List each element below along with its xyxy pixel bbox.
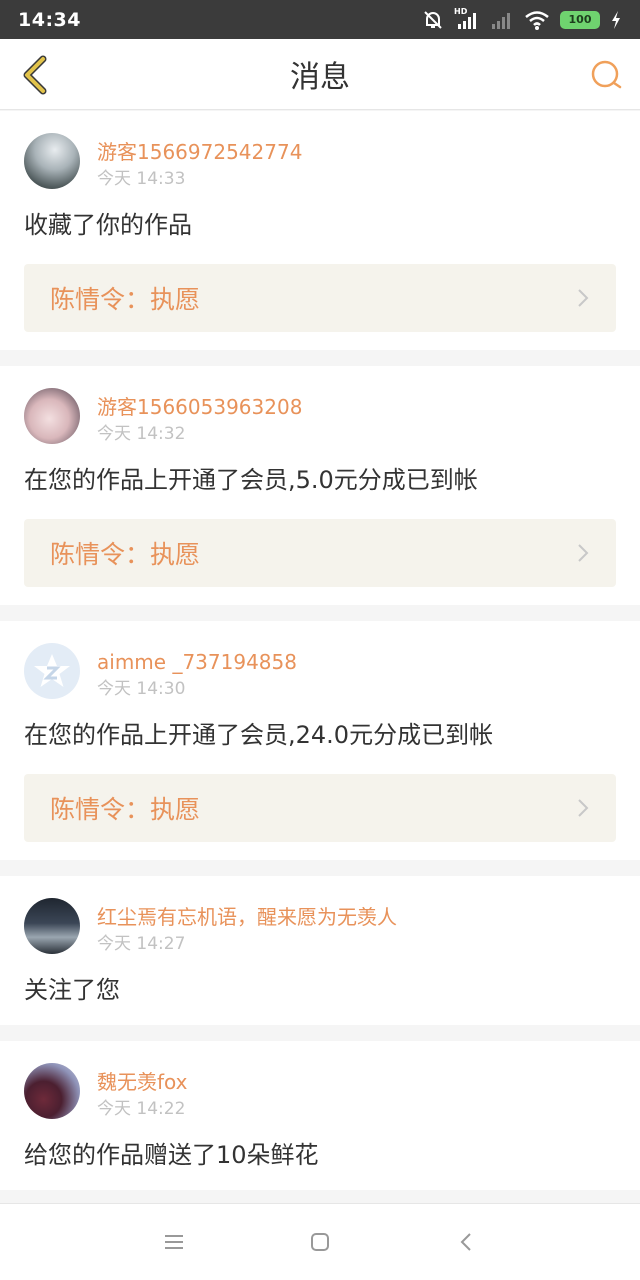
figure-photo-avatar[interactable] xyxy=(24,898,80,954)
signal-icon: HD xyxy=(454,7,480,31)
system-nav-bar xyxy=(0,1203,640,1280)
message-item[interactable]: aimme _737194858 今天 14:30 在您的作品上开通了会员,24… xyxy=(0,621,640,860)
status-time: 14:34 xyxy=(18,8,81,31)
mute-bell-icon xyxy=(424,10,442,29)
message-time: 今天 14:27 xyxy=(97,934,186,954)
default-logo-avatar[interactable] xyxy=(24,643,80,699)
message-time: 今天 14:22 xyxy=(97,1099,186,1119)
search-icon xyxy=(591,60,622,89)
message-time: 今天 14:32 xyxy=(97,424,186,444)
face-photo-avatar[interactable] xyxy=(24,388,80,444)
home-button[interactable] xyxy=(302,1224,338,1260)
user-name[interactable]: 游客1566053963208 xyxy=(97,392,302,423)
message-text: 在您的作品上开通了会员,24.0元分成已到帐 xyxy=(24,721,494,749)
charging-icon xyxy=(612,10,620,29)
work-link[interactable]: 陈情令：执愿 xyxy=(24,774,616,842)
square-icon xyxy=(311,1233,329,1251)
star-logo-icon xyxy=(34,654,70,687)
status-bar: 14:34 HD 100 xyxy=(0,0,640,39)
message-list[interactable]: 游客1566972542774 今天 14:33 收藏了你的作品 陈情令：执愿 … xyxy=(0,111,640,1203)
message-item[interactable]: 游客1566972542774 今天 14:33 收藏了你的作品 陈情令：执愿 xyxy=(0,111,640,350)
work-title: 陈情令：执愿 xyxy=(50,795,201,824)
message-text: 在您的作品上开通了会员,5.0元分成已到帐 xyxy=(24,466,478,494)
signal-weak-icon xyxy=(492,12,510,29)
message-text: 收藏了你的作品 xyxy=(24,211,192,239)
back-button[interactable] xyxy=(12,53,56,97)
message-time: 今天 14:33 xyxy=(97,169,186,189)
app-header: 消息 xyxy=(0,39,640,110)
message-item[interactable]: 魏无羡fox 今天 14:22 给您的作品赠送了10朵鲜花 xyxy=(0,1041,640,1190)
menu-button[interactable] xyxy=(156,1224,192,1260)
user-name[interactable]: aimme _737194858 xyxy=(97,647,297,678)
work-link[interactable]: 陈情令：执愿 xyxy=(24,264,616,332)
work-title: 陈情令：执愿 xyxy=(50,540,201,569)
chevron-right-icon xyxy=(578,544,589,562)
user-name[interactable]: 游客1566972542774 xyxy=(97,137,302,168)
message-time: 今天 14:30 xyxy=(97,679,186,699)
work-link[interactable]: 陈情令：执愿 xyxy=(24,519,616,587)
work-title: 陈情令：执愿 xyxy=(50,285,201,314)
wifi-icon xyxy=(525,10,549,30)
user-name[interactable]: 红尘焉有忘机语，醒来愿为无羡人 xyxy=(97,902,397,933)
message-item[interactable]: 红尘焉有忘机语，醒来愿为无羡人 今天 14:27 关注了您 xyxy=(0,876,640,1025)
search-button[interactable] xyxy=(584,53,628,97)
flower-photo-avatar[interactable] xyxy=(24,1063,80,1119)
status-icons: HD 100 xyxy=(422,7,622,31)
chevron-right-icon xyxy=(578,289,589,307)
message-item[interactable]: 游客1566053963208 今天 14:32 在您的作品上开通了会员,5.0… xyxy=(0,366,640,605)
message-text: 给您的作品赠送了10朵鲜花 xyxy=(24,1141,319,1169)
back-arrow-icon xyxy=(460,1233,471,1251)
user-name[interactable]: 魏无羡fox xyxy=(97,1067,188,1098)
battery-icon: 100 xyxy=(560,10,600,29)
chevron-left-icon xyxy=(23,55,47,95)
message-text: 关注了您 xyxy=(24,976,120,1004)
page-title: 消息 xyxy=(290,60,350,95)
sky-photo-avatar[interactable] xyxy=(24,133,80,189)
menu-icon xyxy=(165,1235,183,1249)
chevron-right-icon xyxy=(578,799,589,817)
system-back-button[interactable] xyxy=(448,1224,484,1260)
